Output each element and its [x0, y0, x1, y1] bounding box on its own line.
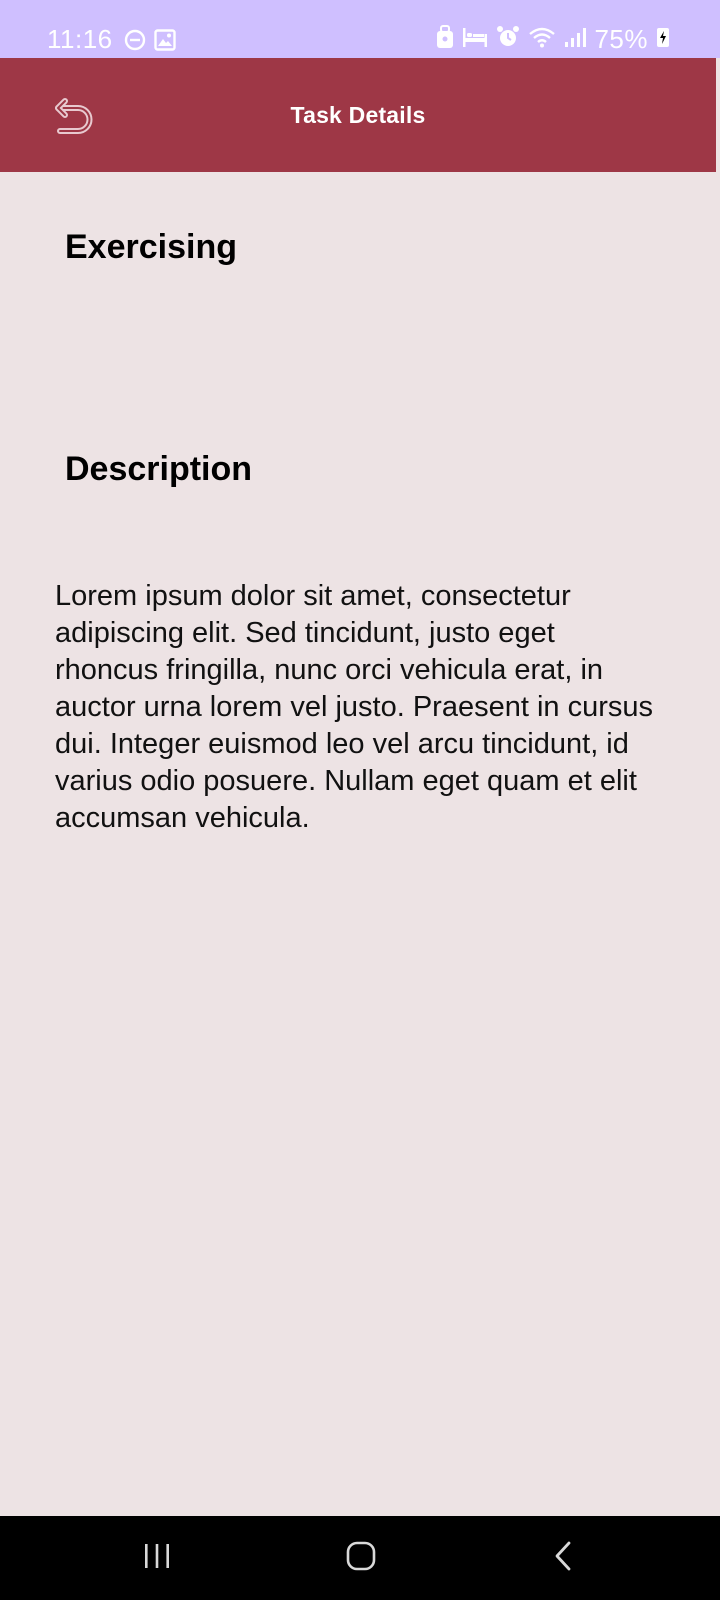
signal-icon: [564, 26, 587, 53]
recent-apps-icon: [142, 1542, 172, 1575]
nav-back-button[interactable]: [533, 1534, 593, 1582]
system-nav-bar: [0, 1516, 720, 1600]
page-title: Task Details: [290, 102, 426, 128]
task-description: Lorem ipsum dolor sit amet, consectetur …: [55, 580, 653, 834]
wifi-icon: [528, 26, 556, 53]
bed-icon: [462, 26, 488, 53]
home-icon: [345, 1540, 377, 1577]
app-bar-edge: [716, 58, 720, 172]
do-not-disturb-icon: [124, 29, 146, 56]
image-icon: [154, 29, 176, 56]
alarm-icon: [496, 25, 520, 54]
status-time: 11:16: [47, 24, 113, 54]
back-icon: [551, 1540, 575, 1577]
app-bar: Task Details: [0, 58, 716, 172]
task-title: Exercising: [65, 228, 237, 266]
status-right-icons: 75%: [436, 24, 670, 55]
recent-apps-button[interactable]: [127, 1534, 187, 1582]
lock-icon: [436, 25, 454, 54]
description-heading: Description: [65, 450, 253, 488]
status-bar: 11:16 75%: [0, 0, 720, 58]
battery-charging-icon: [656, 26, 670, 53]
status-left-icons: [124, 29, 176, 56]
battery-percent: 75%: [594, 24, 648, 54]
home-button[interactable]: [331, 1534, 391, 1582]
